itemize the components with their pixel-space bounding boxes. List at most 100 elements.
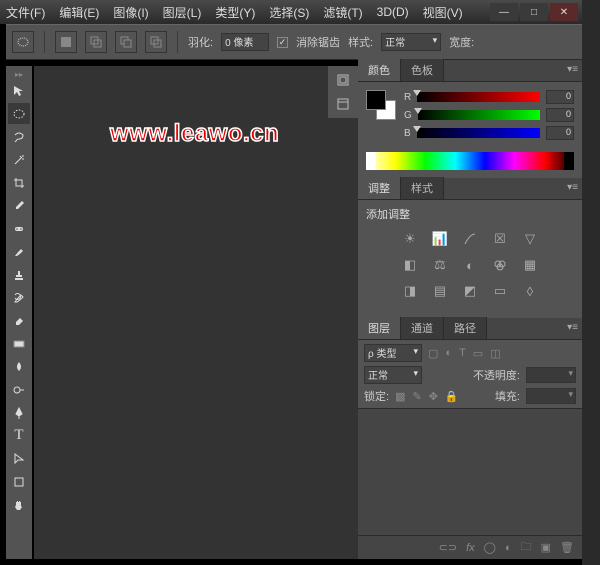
tab-styles[interactable]: 样式 xyxy=(401,177,444,199)
wand-tool-icon[interactable] xyxy=(8,149,30,170)
brush-tool-icon[interactable] xyxy=(8,241,30,262)
hue-icon[interactable]: ◧ xyxy=(400,256,420,274)
panel-menu-icon[interactable]: ▾≡ xyxy=(567,182,578,193)
threshold-icon[interactable]: ◩ xyxy=(460,282,480,300)
watermark-text: www.leawo.cn xyxy=(110,120,279,148)
menu-filter[interactable]: 滤镜(T) xyxy=(323,4,362,21)
shape-tool-icon[interactable] xyxy=(8,471,30,492)
photo-filter-icon[interactable] xyxy=(490,256,510,274)
close-button[interactable]: ✕ xyxy=(550,3,578,21)
blend-mode-select[interactable]: 正常 xyxy=(364,366,422,384)
filter-adjust-icon[interactable]: ◐ xyxy=(445,347,452,360)
minimize-button[interactable]: — xyxy=(490,3,518,21)
maximize-button[interactable]: □ xyxy=(520,3,548,21)
move-tool-icon[interactable] xyxy=(8,80,30,101)
blur-tool-icon[interactable] xyxy=(8,356,30,377)
color-spectrum[interactable] xyxy=(366,152,574,170)
feather-input[interactable]: 0 像素 xyxy=(221,33,269,51)
r-slider[interactable] xyxy=(417,92,540,102)
marquee-tool-icon[interactable] xyxy=(8,103,30,124)
panel-column: 颜色 色板 ▾≡ R 0 G 0 B xyxy=(358,60,582,559)
menu-select[interactable]: 选择(S) xyxy=(269,4,309,21)
layer-kind-select[interactable]: ρ 类型 xyxy=(364,344,422,362)
tab-color[interactable]: 颜色 xyxy=(358,59,401,81)
selective-icon[interactable]: ◊ xyxy=(520,282,540,300)
lasso-tool-icon[interactable] xyxy=(8,126,30,147)
mixer-icon[interactable]: ▦ xyxy=(520,256,540,274)
adjustment-layer-icon[interactable]: ◐ xyxy=(505,542,512,554)
menu-3d[interactable]: 3D(D) xyxy=(377,5,409,19)
style-select[interactable]: 正常 xyxy=(381,33,441,51)
menu-layer[interactable]: 图层(L) xyxy=(163,4,202,21)
brightness-icon[interactable]: ☀ xyxy=(400,230,420,248)
dock-history-icon[interactable] xyxy=(332,70,354,90)
add-selection-icon[interactable] xyxy=(85,31,107,53)
tab-paths[interactable]: 路径 xyxy=(444,317,487,339)
hand-tool-icon[interactable] xyxy=(8,494,30,515)
history-brush-tool-icon[interactable] xyxy=(8,287,30,308)
bw-icon[interactable]: ◐ xyxy=(460,256,480,274)
lock-trans-icon[interactable]: ▩ xyxy=(395,390,405,403)
dock-properties-icon[interactable] xyxy=(332,94,354,114)
group-icon[interactable]: 🗀 xyxy=(521,538,532,557)
levels-icon[interactable]: 📊 xyxy=(430,230,450,248)
eraser-tool-icon[interactable] xyxy=(8,310,30,331)
layer-fx-icon[interactable]: fx xyxy=(466,542,475,554)
vibrance-icon[interactable]: ▽ xyxy=(520,230,540,248)
tab-adjustments[interactable]: 调整 xyxy=(358,177,401,199)
fg-color-swatch[interactable] xyxy=(366,90,386,110)
filter-shape-icon[interactable]: ▭ xyxy=(473,347,483,360)
r-label: R xyxy=(404,92,411,103)
eyedropper-tool-icon[interactable] xyxy=(8,195,30,216)
type-tool-icon[interactable]: T xyxy=(8,425,30,446)
pen-tool-icon[interactable] xyxy=(8,402,30,423)
stamp-tool-icon[interactable] xyxy=(8,264,30,285)
layer-mask-icon[interactable]: ◯ xyxy=(484,541,496,554)
filter-type-icon[interactable]: T xyxy=(459,347,466,360)
g-value[interactable]: 0 xyxy=(546,108,574,122)
new-selection-icon[interactable] xyxy=(55,31,77,53)
balance-icon[interactable]: ⚖ xyxy=(430,256,450,274)
gradient-tool-icon[interactable] xyxy=(8,333,30,354)
heal-tool-icon[interactable] xyxy=(8,218,30,239)
delete-layer-icon[interactable]: 🗑 xyxy=(560,541,574,554)
lock-all-icon[interactable]: 🔒 xyxy=(445,390,459,403)
b-slider[interactable] xyxy=(417,128,540,138)
g-slider[interactable] xyxy=(418,110,540,120)
panel-menu-icon[interactable]: ▾≡ xyxy=(567,64,578,75)
filter-pixel-icon[interactable]: ▢ xyxy=(428,347,438,360)
opacity-input[interactable] xyxy=(526,367,576,383)
intersect-selection-icon[interactable] xyxy=(145,31,167,53)
lock-pos-icon[interactable]: ✥ xyxy=(429,390,438,403)
b-value[interactable]: 0 xyxy=(546,126,574,140)
menu-edit[interactable]: 编辑(E) xyxy=(59,4,99,21)
tab-layers[interactable]: 图层 xyxy=(358,317,401,339)
path-select-tool-icon[interactable] xyxy=(8,448,30,469)
posterize-icon[interactable]: ▤ xyxy=(430,282,450,300)
new-layer-icon[interactable]: ▣ xyxy=(541,541,551,554)
color-swatch-pair[interactable] xyxy=(366,90,396,120)
tool-preset-icon[interactable] xyxy=(12,31,34,53)
menu-view[interactable]: 视图(V) xyxy=(423,4,463,21)
curves-icon[interactable] xyxy=(460,230,480,248)
toolbox-grip-icon[interactable]: ▸▸ xyxy=(7,70,31,78)
lock-paint-icon[interactable]: ✎ xyxy=(412,390,421,403)
fill-input[interactable] xyxy=(526,388,576,404)
panel-menu-icon[interactable]: ▾≡ xyxy=(567,322,578,333)
link-layers-icon[interactable]: ⊂⊃ xyxy=(439,541,457,554)
menu-type[interactable]: 类型(Y) xyxy=(215,4,255,21)
layers-list[interactable] xyxy=(358,408,582,535)
crop-tool-icon[interactable] xyxy=(8,172,30,193)
dodge-tool-icon[interactable] xyxy=(8,379,30,400)
r-value[interactable]: 0 xyxy=(546,90,574,104)
filter-smart-icon[interactable]: ◫ xyxy=(490,347,500,360)
menu-file[interactable]: 文件(F) xyxy=(6,4,45,21)
tab-channels[interactable]: 通道 xyxy=(401,317,444,339)
gradient-map-icon[interactable]: ▭ xyxy=(490,282,510,300)
subtract-selection-icon[interactable] xyxy=(115,31,137,53)
exposure-icon[interactable]: ☒ xyxy=(490,230,510,248)
invert-icon[interactable]: ◨ xyxy=(400,282,420,300)
menu-image[interactable]: 图像(I) xyxy=(113,4,148,21)
tab-swatches[interactable]: 色板 xyxy=(401,59,444,81)
antialias-checkbox[interactable]: ✓ xyxy=(277,37,288,48)
